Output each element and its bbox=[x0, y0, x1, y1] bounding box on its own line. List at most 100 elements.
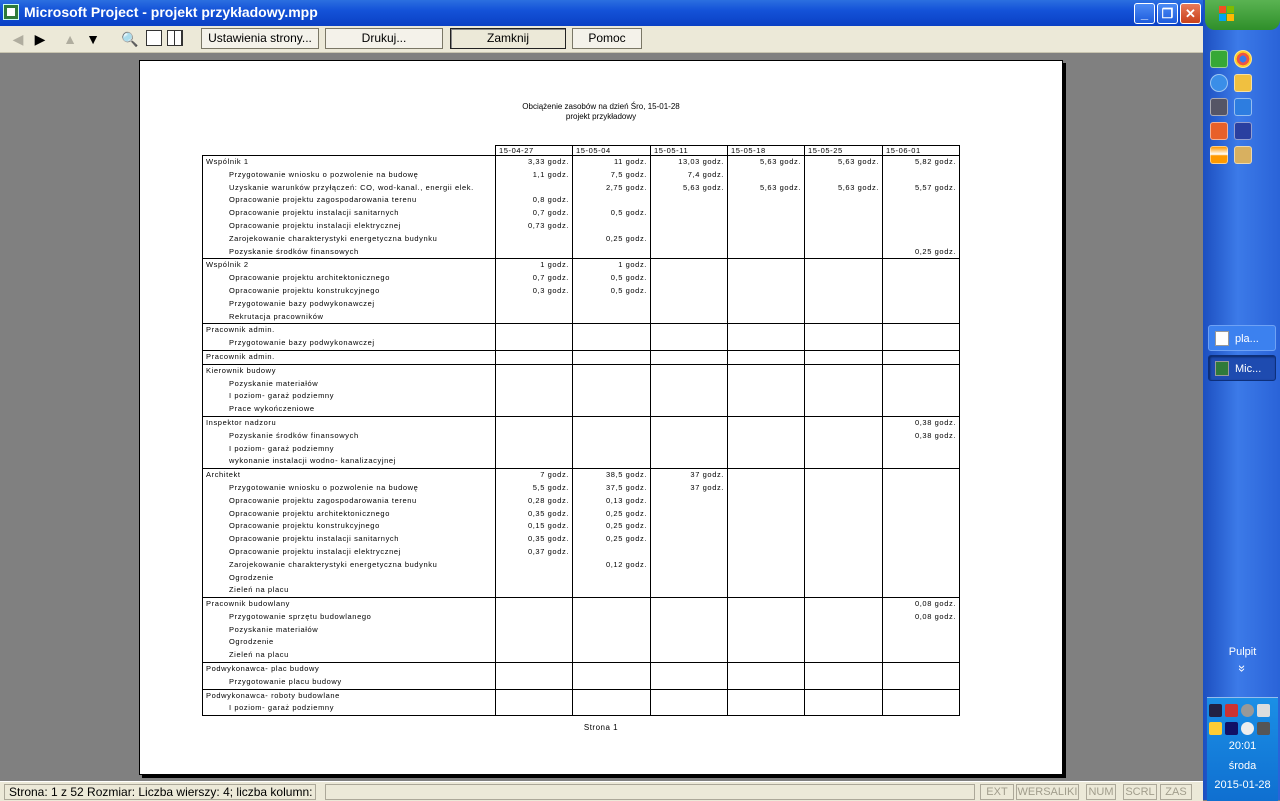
multiple-pages-icon[interactable] bbox=[167, 30, 183, 46]
work-value-cell bbox=[572, 323, 651, 338]
table-row: Przygotowanie placu budowy bbox=[202, 675, 960, 690]
work-value-cell bbox=[804, 610, 883, 624]
work-value-cell bbox=[650, 363, 728, 378]
display-icon[interactable] bbox=[1225, 722, 1238, 735]
work-value-cell bbox=[882, 520, 960, 534]
work-value-cell bbox=[650, 219, 728, 233]
clock-time[interactable]: 20:01 bbox=[1207, 740, 1278, 752]
page-up-icon[interactable]: ▲ bbox=[60, 29, 80, 49]
start-button[interactable] bbox=[1205, 0, 1280, 30]
work-value-cell bbox=[495, 688, 573, 703]
work-value-cell bbox=[572, 429, 651, 443]
desktop-toolbar[interactable]: Pulpit » bbox=[1205, 646, 1280, 676]
search-tray-icon[interactable] bbox=[1241, 722, 1254, 735]
task-name-cell: Opracowanie projektu konstrukcyjnego bbox=[202, 284, 496, 298]
table-row: Przygotowanie wniosku o pozwolenie na bu… bbox=[202, 481, 960, 495]
page-down-icon[interactable]: ▼ bbox=[83, 29, 103, 49]
work-value-cell bbox=[495, 415, 573, 430]
kt-app-icon[interactable] bbox=[1210, 122, 1228, 140]
resource-usage-table: 15-04-27 15-05-04 15-05-11 15-05-18 15-05-25… bbox=[202, 145, 960, 717]
taskbar-item-project[interactable]: Mic... bbox=[1208, 355, 1276, 381]
table-row: Uzyskanie warunków przyłączeń: CO, wod-k… bbox=[202, 181, 960, 195]
one-page-icon[interactable] bbox=[146, 30, 162, 46]
work-value-cell bbox=[495, 323, 573, 338]
work-value-cell: 0,37 godz. bbox=[495, 545, 573, 559]
work-value-cell: 0,35 godz. bbox=[495, 507, 573, 521]
work-value-cell bbox=[495, 610, 573, 624]
work-value-cell bbox=[882, 207, 960, 220]
work-value-cell bbox=[882, 533, 960, 546]
floppy-save-icon[interactable] bbox=[1234, 122, 1252, 140]
internet-explorer-icon[interactable] bbox=[1210, 74, 1228, 92]
work-value-cell bbox=[495, 662, 573, 676]
utorrent-icon[interactable] bbox=[1210, 50, 1228, 68]
task-name-cell: Przygotowanie wniosku o pozwolenie na bu… bbox=[202, 481, 496, 495]
work-value-cell bbox=[727, 415, 805, 430]
work-value-cell: 0,25 godz. bbox=[572, 232, 651, 246]
network-icon[interactable] bbox=[1209, 704, 1222, 717]
page-left-icon[interactable]: ◀ bbox=[8, 29, 28, 49]
security-alert-icon[interactable] bbox=[1225, 704, 1238, 717]
task-name-cell: Przygotowanie wniosku o pozwolenie na bu… bbox=[202, 168, 496, 182]
messenger-tray-icon[interactable] bbox=[1209, 722, 1222, 735]
work-value-cell bbox=[572, 636, 651, 650]
table-row: I poziom- garaż podziemny bbox=[202, 702, 960, 717]
zoom-icon[interactable]: 🔍 bbox=[120, 29, 140, 49]
work-value-cell bbox=[572, 415, 651, 430]
work-value-cell bbox=[804, 363, 883, 378]
work-value-cell bbox=[650, 623, 728, 637]
work-value-cell bbox=[495, 232, 573, 246]
messenger-icon[interactable] bbox=[1234, 74, 1252, 92]
work-value-cell bbox=[882, 455, 960, 469]
work-value-cell: 0,38 godz. bbox=[882, 415, 960, 430]
work-value-cell bbox=[882, 571, 960, 585]
firefox-icon[interactable] bbox=[1234, 98, 1252, 116]
table-row: Opracowanie projektu instalacji sanitarn… bbox=[202, 207, 960, 220]
print-preview-area[interactable]: Obciążenie zasobów na dzień Śro, 15-01-2… bbox=[0, 53, 1203, 780]
table-row: Ogrodzenie bbox=[202, 636, 960, 650]
volume-icon[interactable] bbox=[1257, 722, 1270, 735]
minimize-button[interactable]: _ bbox=[1134, 3, 1155, 24]
work-value-cell: 0,38 godz. bbox=[882, 429, 960, 443]
task-name-cell: Opracowanie projektu instalacji elektryc… bbox=[202, 219, 496, 233]
print-button[interactable]: Drukuj... bbox=[325, 28, 443, 49]
work-value-cell bbox=[650, 194, 728, 208]
title-bar[interactable]: Microsoft Project - projekt przykładowy.… bbox=[0, 0, 1203, 26]
ms-project-app-icon[interactable] bbox=[3, 4, 19, 20]
work-value-cell bbox=[650, 390, 728, 404]
page-setup-button[interactable]: Ustawienia strony... bbox=[201, 28, 319, 49]
update-icon[interactable] bbox=[1241, 704, 1254, 717]
chrome-icon[interactable] bbox=[1234, 50, 1252, 68]
work-value-cell bbox=[727, 168, 805, 182]
system-tray: 20:01 środa 2015-01-28 bbox=[1207, 697, 1278, 801]
status-message-panel bbox=[325, 784, 975, 800]
chevron-down-icon[interactable]: » bbox=[1235, 665, 1250, 672]
work-value-cell bbox=[804, 323, 883, 338]
help-button[interactable]: Pomoc bbox=[572, 28, 642, 49]
work-value-cell bbox=[572, 442, 651, 456]
table-row: Pracownik admin. bbox=[202, 323, 960, 338]
work-value-cell: 0,28 godz. bbox=[495, 494, 573, 508]
task-name-cell: Prace wykończeniowe bbox=[202, 403, 496, 417]
work-value-cell bbox=[727, 455, 805, 469]
table-row: Pozyskanie środków finansowych 0,25 godz. bbox=[202, 245, 960, 259]
tools-icon[interactable] bbox=[1234, 146, 1252, 164]
table-header-row: 15-04-27 15-05-04 15-05-11 15-05-18 15-05-25… bbox=[202, 145, 960, 156]
vlc-icon[interactable] bbox=[1210, 146, 1228, 164]
work-value-cell bbox=[572, 688, 651, 703]
page-right-icon[interactable]: ▶ bbox=[30, 29, 50, 49]
media-player-icon[interactable] bbox=[1210, 98, 1228, 116]
usb-icon[interactable] bbox=[1257, 704, 1270, 717]
work-value-cell bbox=[495, 702, 573, 717]
table-row: Pozyskanie materiałów bbox=[202, 623, 960, 637]
task-name-cell: Opracowanie projektu architektonicznego bbox=[202, 272, 496, 285]
close-preview-button[interactable]: Zamknij bbox=[450, 28, 566, 49]
work-value-cell bbox=[650, 442, 728, 456]
taskbar-item-word[interactable]: pla... bbox=[1208, 325, 1276, 351]
work-value-cell bbox=[650, 662, 728, 676]
close-window-button[interactable]: ✕ bbox=[1180, 3, 1201, 24]
work-value-cell bbox=[804, 232, 883, 246]
restore-button[interactable]: ❐ bbox=[1157, 3, 1178, 24]
work-value-cell: 38,5 godz. bbox=[572, 468, 651, 482]
table-row: Przygotowanie sprzętu budowlanego 0,08 go… bbox=[202, 610, 960, 624]
